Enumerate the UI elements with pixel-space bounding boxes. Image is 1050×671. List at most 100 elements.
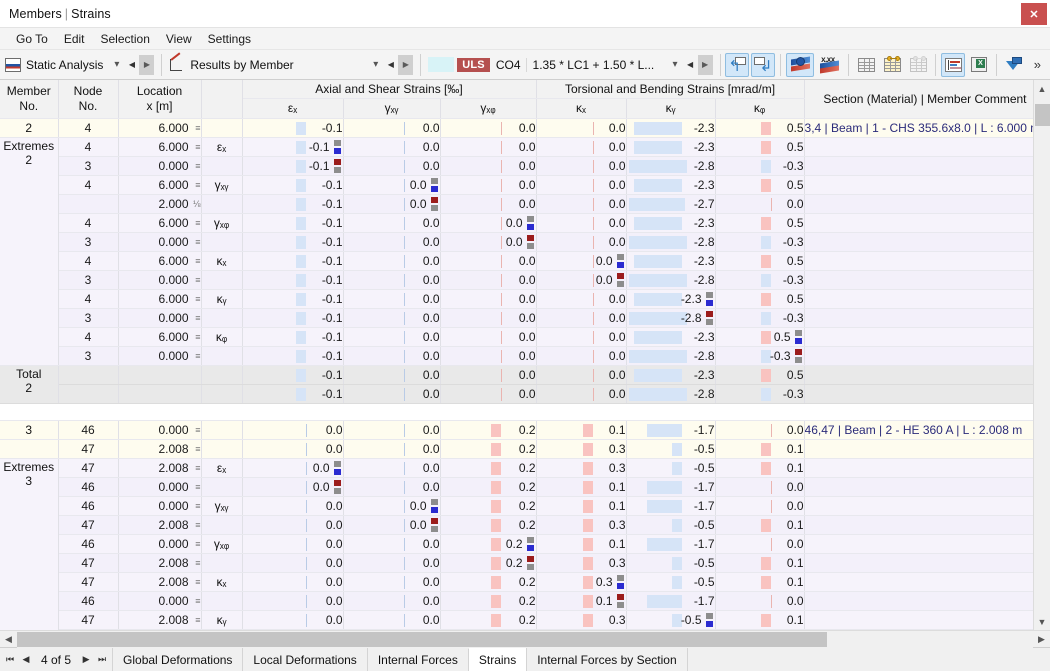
results-prev-button[interactable]: ◀ bbox=[383, 55, 398, 75]
table-row[interactable]: 460.000≡0.00.00.20.1-1.70.0 bbox=[0, 591, 1033, 610]
tab-internal-forces-by-section[interactable]: Internal Forces by Section bbox=[526, 648, 687, 671]
table-row[interactable]: 460.000≡γₓᵩ0.00.00.20.1-1.70.0 bbox=[0, 534, 1033, 553]
header-group-axial-shear: Axial and Shear Strains [‰] bbox=[242, 80, 536, 98]
tab-strains[interactable]: Strains bbox=[468, 648, 527, 671]
menu-item-selection[interactable]: Selection bbox=[93, 30, 158, 48]
cell-node-no: 4 bbox=[58, 289, 118, 308]
next-page-button[interactable]: ▶ bbox=[78, 654, 94, 665]
cell-gxz: 0.2 bbox=[440, 477, 536, 496]
table-row[interactable]: 472.008≡0.00.00.20.3-0.50.1 bbox=[0, 515, 1033, 534]
cell-gxy: 0.0 bbox=[343, 327, 440, 346]
table-row[interactable]: Extremes3472.008≡εₓ0.00.00.20.3-0.50.1 bbox=[0, 458, 1033, 477]
horizontal-scrollbar[interactable]: ◀ ▶ bbox=[0, 630, 1050, 647]
vertical-scrollbar[interactable]: ▲ ▼ bbox=[1033, 80, 1050, 630]
chevron-down-icon[interactable]: ▾ bbox=[109, 59, 124, 70]
table-row[interactable]: 30.000≡-0.10.00.00.0-2.8-0.3 bbox=[0, 308, 1033, 327]
vertical-scroll-thumb[interactable] bbox=[1035, 104, 1050, 126]
cell-symbol bbox=[201, 477, 242, 496]
table-row[interactable]: 2.000⅛-0.10.00.00.0-2.70.0 bbox=[0, 194, 1033, 213]
table-view-button[interactable] bbox=[854, 53, 878, 77]
scroll-right-icon[interactable]: ▶ bbox=[1033, 631, 1050, 648]
cell-eps: -0.1 bbox=[242, 175, 343, 194]
table-highlight-button[interactable] bbox=[880, 53, 904, 77]
table-row[interactable]: 472.008≡0.00.00.20.3-0.50.1 bbox=[0, 553, 1033, 572]
cell-gxy: 0.0 bbox=[343, 384, 440, 403]
analysis-next-button[interactable]: ▶ bbox=[139, 55, 154, 75]
table-row[interactable]: 472.008≡κₓ0.00.00.20.3-0.50.1 bbox=[0, 572, 1033, 591]
table-row[interactable]: 472.008≡κᵧ0.00.00.20.3-0.50.1 bbox=[0, 610, 1033, 629]
bar-chart-button[interactable] bbox=[941, 53, 965, 77]
filter-button[interactable] bbox=[1002, 53, 1026, 77]
vertical-scroll-track[interactable] bbox=[1034, 97, 1050, 613]
cell-gxz: 0.0 bbox=[440, 213, 536, 232]
table-row[interactable]: Total2-0.10.00.00.0-2.30.5 bbox=[0, 365, 1033, 384]
table-row[interactable]: 46.000≡κᵧ-0.10.00.00.0-2.30.5 bbox=[0, 289, 1033, 308]
results-mode-combo[interactable]: Results by Member ▾ ◀ ▶ bbox=[166, 53, 416, 77]
combination-prev-button[interactable]: ◀ bbox=[683, 55, 698, 75]
table-row[interactable]: Extremes246.000≡εₓ-0.10.00.00.0-2.30.5 bbox=[0, 137, 1033, 156]
table-row[interactable]: 460.000≡0.00.00.20.1-1.70.0 bbox=[0, 477, 1033, 496]
table-row[interactable]: 46.000≡γₓᵧ-0.10.00.00.0-2.30.5 bbox=[0, 175, 1033, 194]
combination-next-button[interactable]: ▶ bbox=[698, 55, 713, 75]
table-row[interactable]: 472.008≡0.00.00.20.3-0.50.1 bbox=[0, 439, 1033, 458]
analysis-type-combo[interactable]: Static Analysis ▾ ◀ ▶ bbox=[2, 53, 157, 77]
tab-global-deformations[interactable]: Global Deformations bbox=[112, 648, 243, 671]
undo-button[interactable]: ↰ bbox=[725, 53, 749, 77]
results-next-button[interactable]: ▶ bbox=[398, 55, 413, 75]
table-row[interactable]: 30.000≡-0.10.00.00.0-2.8-0.3 bbox=[0, 232, 1033, 251]
menu-item-view[interactable]: View bbox=[158, 30, 200, 48]
table-row[interactable]: -0.10.00.00.0-2.8-0.3 bbox=[0, 384, 1033, 403]
table-row[interactable]: 460.000≡γₓᵧ0.00.00.20.1-1.70.0 bbox=[0, 496, 1033, 515]
excel-export-button[interactable]: X bbox=[967, 53, 991, 77]
location-type-icon: ≡ bbox=[192, 180, 201, 190]
cell-location: 2.008≡ bbox=[118, 439, 201, 458]
first-page-button[interactable]: ⏮ bbox=[2, 654, 18, 665]
cell-gxy: 0.0 bbox=[343, 591, 440, 610]
results-table-scroll[interactable]: Member No. Node No. Location x [m] Axial bbox=[0, 80, 1033, 630]
cell-location: 2.008≡ bbox=[118, 458, 201, 477]
location-type-icon: ≡ bbox=[192, 313, 201, 323]
cell-kx: 0.3 bbox=[536, 572, 626, 591]
cell-symbol: κₓ bbox=[201, 572, 242, 591]
close-icon[interactable]: ✕ bbox=[1021, 3, 1047, 25]
cell-section-material bbox=[804, 458, 1033, 477]
result-diagram-button[interactable] bbox=[786, 53, 814, 77]
redo-button[interactable]: ↲ bbox=[751, 53, 775, 77]
last-page-button[interactable]: ⏭ bbox=[94, 654, 110, 665]
result-values-button[interactable]: x.xx bbox=[816, 53, 844, 77]
horizontal-scroll-thumb[interactable] bbox=[17, 632, 827, 647]
menu-item-go-to[interactable]: Go To bbox=[8, 30, 56, 48]
table-row[interactable]: 46.000≡γₓᵩ-0.10.00.00.0-2.30.5 bbox=[0, 213, 1033, 232]
cell-symbol bbox=[201, 365, 242, 384]
toolbar-overflow-button[interactable]: » bbox=[1027, 57, 1048, 72]
horizontal-scroll-track[interactable] bbox=[17, 631, 1033, 648]
table-row[interactable]: 30.000≡-0.10.00.00.0-2.8-0.3 bbox=[0, 270, 1033, 289]
chevron-down-icon[interactable]: ▾ bbox=[368, 59, 383, 70]
cell-kx: 0.1 bbox=[536, 591, 626, 610]
scroll-up-icon[interactable]: ▲ bbox=[1034, 80, 1050, 97]
prev-page-button[interactable]: ◀ bbox=[18, 654, 34, 665]
cell-location: 6.000≡ bbox=[118, 251, 201, 270]
analysis-prev-button[interactable]: ◀ bbox=[124, 55, 139, 75]
table-row[interactable]: 246.000≡-0.10.00.00.0-2.30.53,4 | Beam |… bbox=[0, 118, 1033, 137]
block-member-no: 3 bbox=[0, 420, 58, 439]
menu-item-settings[interactable]: Settings bbox=[200, 30, 259, 48]
results-table-area: Member No. Node No. Location x [m] Axial bbox=[0, 80, 1050, 630]
load-combination-combo[interactable]: ULS CO4 1.35 * LC1 + 1.50 * L... ▾ ◀ ▶ bbox=[425, 53, 715, 77]
cell-gxy: 0.0 bbox=[343, 251, 440, 270]
table-row[interactable]: 3460.000≡0.00.00.20.1-1.70.046,47 | Beam… bbox=[0, 420, 1033, 439]
tab-local-deformations[interactable]: Local Deformations bbox=[242, 648, 367, 671]
menu-item-edit[interactable]: Edit bbox=[56, 30, 93, 48]
location-type-icon: ≡ bbox=[192, 237, 201, 247]
table-row[interactable]: 46.000≡κᵩ-0.10.00.00.0-2.30.5 bbox=[0, 327, 1033, 346]
tab-internal-forces[interactable]: Internal Forces bbox=[367, 648, 469, 671]
cell-symbol: κₓ bbox=[201, 251, 242, 270]
cell-kz: 0.0 bbox=[715, 496, 804, 515]
table-dim-button[interactable] bbox=[906, 53, 930, 77]
scroll-down-icon[interactable]: ▼ bbox=[1034, 613, 1050, 630]
table-row[interactable]: 30.000≡-0.10.00.00.0-2.8-0.3 bbox=[0, 156, 1033, 175]
scroll-left-icon[interactable]: ◀ bbox=[0, 631, 17, 648]
table-row[interactable]: 46.000≡κₓ-0.10.00.00.0-2.30.5 bbox=[0, 251, 1033, 270]
chevron-down-icon[interactable]: ▾ bbox=[668, 59, 683, 70]
table-row[interactable]: 30.000≡-0.10.00.00.0-2.8-0.3 bbox=[0, 346, 1033, 365]
